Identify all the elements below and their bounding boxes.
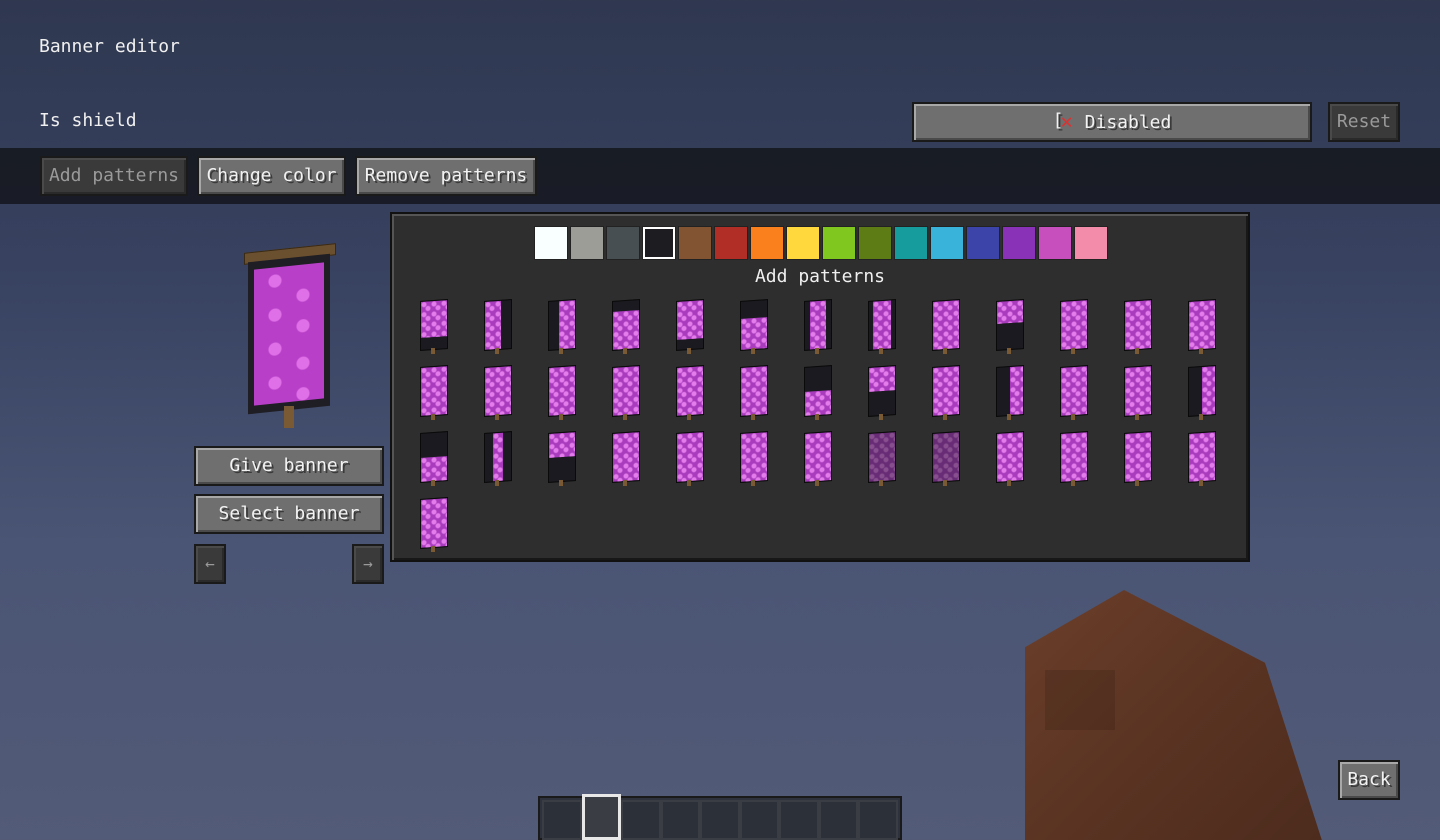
color-swatch[interactable] xyxy=(894,226,928,260)
pattern-option[interactable] xyxy=(418,430,448,486)
toggle-state-label: Disabled xyxy=(1084,111,1172,133)
hotbar-slot[interactable] xyxy=(621,800,661,840)
color-swatch[interactable] xyxy=(534,226,568,260)
pattern-option[interactable] xyxy=(738,298,768,354)
color-swatch[interactable] xyxy=(606,226,640,260)
change-color-tab[interactable]: Change color xyxy=(197,156,346,196)
pattern-option[interactable] xyxy=(610,430,640,486)
pattern-option[interactable] xyxy=(1186,298,1216,354)
pattern-option[interactable] xyxy=(610,364,640,420)
hotbar-slot[interactable] xyxy=(542,800,582,840)
banner-pole xyxy=(284,406,294,428)
panel-title: Add patterns xyxy=(754,266,886,287)
banner-preview xyxy=(244,243,336,428)
color-swatch[interactable] xyxy=(1074,226,1108,260)
pattern-option[interactable] xyxy=(418,496,448,552)
pattern-option[interactable] xyxy=(930,364,960,420)
give-banner-button[interactable]: Give banner xyxy=(194,446,384,486)
pattern-option[interactable] xyxy=(738,364,768,420)
pattern-option[interactable] xyxy=(674,430,704,486)
select-banner-button[interactable]: Select banner xyxy=(194,494,384,534)
color-swatch[interactable] xyxy=(750,226,784,260)
pattern-option[interactable] xyxy=(738,430,768,486)
color-swatch[interactable] xyxy=(1002,226,1036,260)
pattern-option[interactable] xyxy=(482,364,512,420)
pattern-option[interactable] xyxy=(546,298,576,354)
next-arrow-button[interactable]: → xyxy=(352,544,384,584)
pattern-option[interactable] xyxy=(802,430,832,486)
pattern-option[interactable] xyxy=(1186,364,1216,420)
color-swatch[interactable] xyxy=(966,226,1000,260)
previous-arrow-button[interactable]: ← xyxy=(194,544,226,584)
pattern-option[interactable] xyxy=(994,364,1024,420)
hotbar-slot[interactable] xyxy=(858,800,898,840)
hotbar xyxy=(538,794,902,840)
pattern-option[interactable] xyxy=(674,298,704,354)
pattern-option[interactable] xyxy=(1058,364,1088,420)
x-icon: ✕ xyxy=(1053,109,1079,133)
color-swatch-row xyxy=(534,226,1108,260)
pattern-option[interactable] xyxy=(482,298,512,354)
pattern-option[interactable] xyxy=(930,298,960,354)
color-swatch[interactable] xyxy=(858,226,892,260)
pattern-grid xyxy=(418,298,1218,552)
pattern-option[interactable] xyxy=(866,430,896,486)
pattern-option[interactable] xyxy=(1122,430,1152,486)
pattern-option[interactable] xyxy=(802,364,832,420)
is-shield-label: Is shield xyxy=(39,110,137,131)
reset-button[interactable]: Reset xyxy=(1328,102,1400,142)
pattern-option[interactable] xyxy=(1058,430,1088,486)
hotbar-slot[interactable] xyxy=(700,800,740,840)
hotbar-slot[interactable] xyxy=(779,800,819,840)
pattern-option[interactable] xyxy=(418,364,448,420)
pattern-option[interactable] xyxy=(1122,298,1152,354)
back-button[interactable]: Back xyxy=(1338,760,1400,800)
color-swatch[interactable] xyxy=(570,226,604,260)
pattern-option[interactable] xyxy=(930,430,960,486)
color-swatch[interactable] xyxy=(822,226,856,260)
hotbar-slot[interactable] xyxy=(739,800,780,840)
pattern-option[interactable] xyxy=(994,298,1024,354)
pattern-option[interactable] xyxy=(610,298,640,354)
pattern-panel: Add patterns xyxy=(390,212,1250,562)
hotbar-slot[interactable] xyxy=(581,794,622,840)
pattern-option[interactable] xyxy=(866,364,896,420)
add-patterns-tab[interactable]: Add patterns xyxy=(40,156,188,196)
pattern-option[interactable] xyxy=(1186,430,1216,486)
pattern-option[interactable] xyxy=(1122,364,1152,420)
color-swatch[interactable] xyxy=(1038,226,1072,260)
pattern-option[interactable] xyxy=(546,364,576,420)
pattern-option[interactable] xyxy=(866,298,896,354)
color-swatch[interactable] xyxy=(714,226,748,260)
pattern-option[interactable] xyxy=(802,298,832,354)
pattern-option[interactable] xyxy=(674,364,704,420)
page-title: Banner editor xyxy=(39,36,180,57)
remove-patterns-tab[interactable]: Remove patterns xyxy=(355,156,537,196)
is-shield-toggle-button[interactable]: ✕ Disabled xyxy=(912,102,1312,142)
background-terrain-block xyxy=(1025,590,1325,840)
color-swatch[interactable] xyxy=(930,226,964,260)
pattern-option[interactable] xyxy=(418,298,448,354)
pattern-option[interactable] xyxy=(1058,298,1088,354)
pattern-option[interactable] xyxy=(994,430,1024,486)
color-swatch[interactable] xyxy=(678,226,712,260)
pattern-option[interactable] xyxy=(482,430,512,486)
hotbar-slot[interactable] xyxy=(818,800,859,840)
hotbar-slot[interactable] xyxy=(660,800,701,840)
color-swatch[interactable] xyxy=(786,226,820,260)
color-swatch[interactable] xyxy=(642,226,676,260)
pattern-option[interactable] xyxy=(546,430,576,486)
banner-cloth xyxy=(248,253,330,415)
